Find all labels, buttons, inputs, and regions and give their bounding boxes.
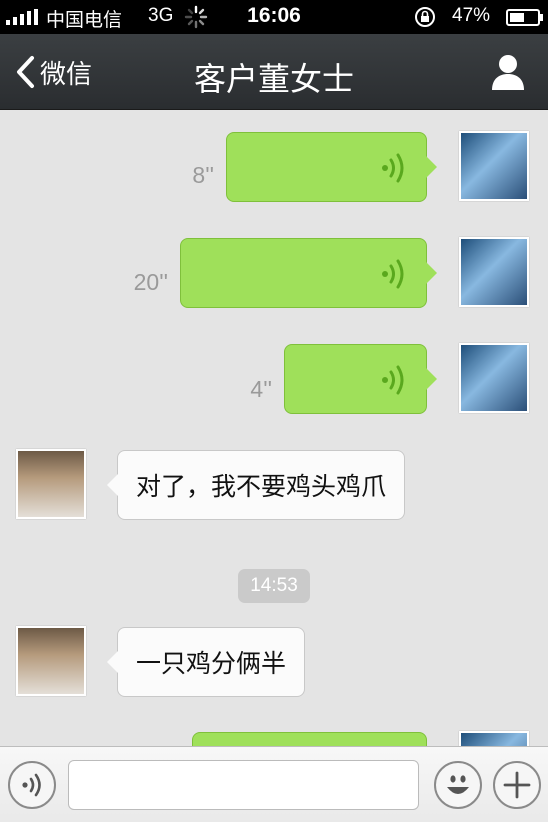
emoji-icon	[447, 775, 469, 794]
text-message-bubble[interactable]: 一只鸡分俩半	[106, 627, 306, 697]
rotation-lock-icon	[415, 7, 435, 27]
person-icon[interactable]	[490, 53, 526, 91]
my-avatar[interactable]	[459, 343, 529, 413]
voice-message-bubble[interactable]	[192, 732, 427, 746]
contact-avatar[interactable]	[16, 626, 86, 696]
my-avatar[interactable]	[459, 731, 529, 746]
chat-history[interactable]: 8'' 20'' 4'' 对了，我不要鸡头鸡爪 14:53 一只鸡分俩半	[0, 110, 548, 746]
message-input[interactable]	[68, 760, 419, 810]
emoji-button[interactable]	[434, 761, 482, 809]
voice-wave-icon	[382, 153, 404, 183]
voice-message-bubble[interactable]	[284, 344, 437, 414]
timestamp-divider: 14:53	[238, 569, 310, 603]
voice-message-bubble[interactable]	[180, 238, 437, 308]
message-text: 对了，我不要鸡头鸡爪	[136, 472, 387, 501]
voice-message-bubble[interactable]	[226, 132, 437, 202]
my-avatar[interactable]	[459, 237, 529, 307]
voice-wave-icon	[382, 365, 404, 395]
more-options-button[interactable]	[493, 761, 541, 809]
battery-icon	[506, 9, 543, 26]
input-bar	[0, 746, 548, 822]
voice-duration: 4''	[250, 376, 272, 402]
voice-duration: 8''	[192, 162, 214, 188]
message-text: 一只鸡分俩半	[136, 649, 287, 678]
chat-title: 客户董女士	[193, 60, 354, 98]
nav-bar: 微信 客户董女士	[0, 34, 548, 110]
text-message-bubble[interactable]: 对了，我不要鸡头鸡爪	[106, 450, 406, 520]
my-avatar[interactable]	[459, 131, 529, 201]
battery-percent: 47%	[452, 5, 491, 26]
plus-icon	[503, 771, 531, 799]
voice-mode-button[interactable]	[8, 761, 56, 809]
voice-duration: 20''	[133, 269, 168, 295]
voice-wave-icon	[382, 259, 404, 289]
contact-avatar[interactable]	[16, 449, 86, 519]
voice-mode-icon	[22, 773, 41, 797]
status-bar: 中国电信 3G 16:06 47%	[0, 0, 548, 34]
